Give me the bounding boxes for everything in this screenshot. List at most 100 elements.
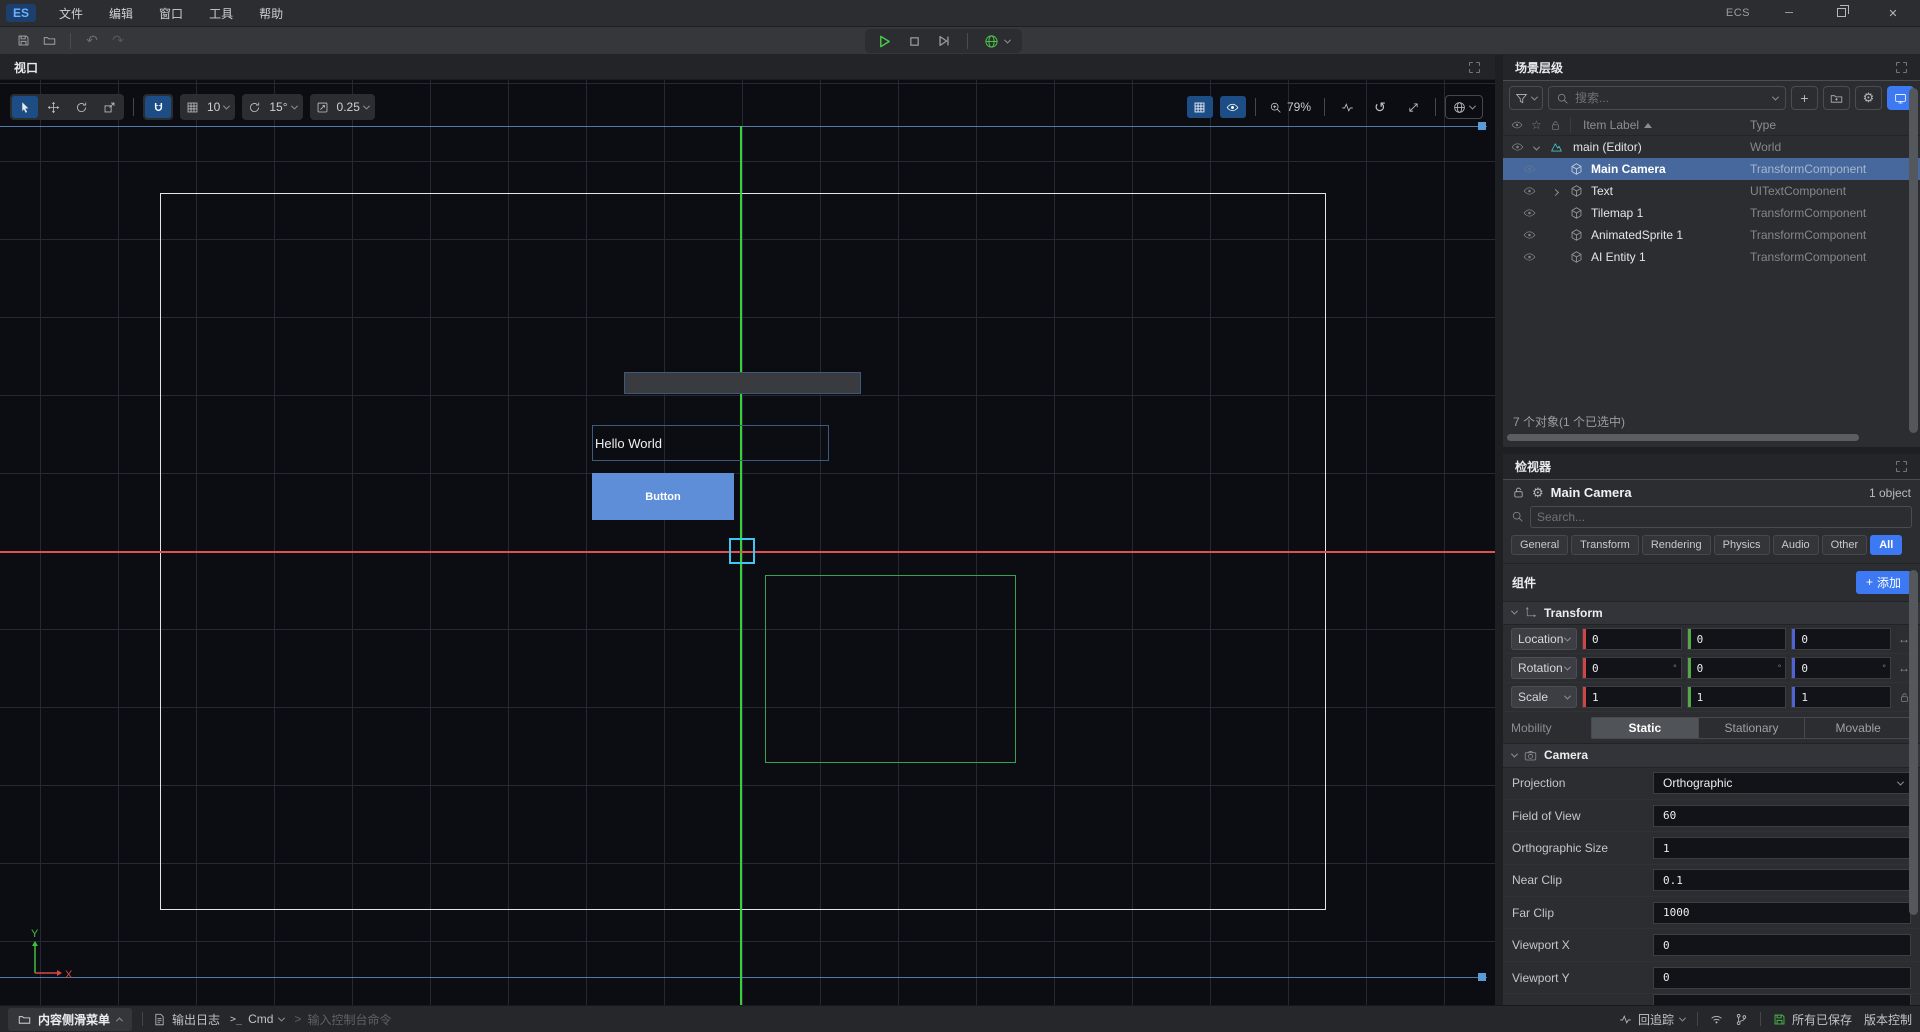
mobility-stationary[interactable]: Stationary (1699, 718, 1806, 738)
app-logo[interactable]: ES (6, 4, 36, 22)
scale-x-input[interactable]: 1 (1582, 686, 1682, 708)
scale-selector[interactable]: Scale (1511, 686, 1577, 708)
vertical-scrollbar[interactable] (1909, 88, 1918, 433)
column-item-label[interactable]: Item Label (1583, 118, 1652, 132)
rotate-tool-button[interactable] (68, 96, 94, 118)
scene-canvas[interactable]: 10 15° 0.25 (0, 80, 1495, 1005)
add-entity-button[interactable]: + (1791, 86, 1818, 110)
zoom-indicator[interactable]: 79% (1265, 100, 1315, 114)
expand-chevron[interactable] (1553, 184, 1558, 198)
hierarchy-row-animatedsprite[interactable]: AnimatedSprite 1 TransformComponent (1503, 224, 1920, 246)
content-drawer-button[interactable]: 内容侧滑菜单 (8, 1008, 132, 1031)
network-status-button[interactable] (1710, 1013, 1723, 1026)
hierarchy-search[interactable] (1548, 86, 1786, 110)
hierarchy-search-input[interactable] (1575, 91, 1767, 105)
output-log-button[interactable]: 输出日志 (153, 1011, 220, 1028)
tab-audio[interactable]: Audio (1773, 535, 1819, 555)
scale-y-input[interactable]: 1 (1687, 686, 1787, 708)
version-control-button[interactable]: 版本控制 (1864, 1011, 1912, 1028)
tab-general[interactable]: General (1511, 535, 1568, 555)
scrollbar-thumb[interactable] (1507, 434, 1859, 441)
projection-dropdown[interactable]: Orthographic (1653, 772, 1911, 794)
location-z-input[interactable]: 0 (1791, 628, 1891, 650)
rotation-y-input[interactable]: 0° (1687, 657, 1787, 679)
orthographic-size-input[interactable]: 1 (1653, 837, 1911, 859)
reset-view-button[interactable]: ↺ (1367, 96, 1393, 118)
visibility-eye-icon[interactable] (1523, 251, 1536, 264)
vertical-scrollbar[interactable] (1909, 570, 1918, 915)
maximize-button[interactable] (1828, 7, 1854, 19)
visibility-eye-icon[interactable] (1523, 229, 1536, 242)
expand-panel-button[interactable] (1468, 61, 1481, 74)
run-target-dropdown[interactable] (984, 34, 1010, 49)
viewport-x-input[interactable]: 0 (1653, 934, 1911, 956)
camera-view-dropdown[interactable] (1445, 95, 1483, 119)
add-folder-button[interactable] (1823, 86, 1850, 110)
column-type[interactable]: Type (1750, 118, 1776, 132)
add-component-button[interactable]: + 添加 (1856, 571, 1911, 594)
transform-section-header[interactable]: Transform (1503, 601, 1920, 626)
hierarchy-row-main-camera[interactable]: Main Camera TransformComponent (1503, 158, 1920, 180)
grid-snap-dropdown[interactable]: 10 (180, 94, 235, 120)
hierarchy-row-tilemap[interactable]: Tilemap 1 TransformComponent (1503, 202, 1920, 224)
hierarchy-row-ai-entity[interactable]: AI Entity 1 TransformComponent (1503, 246, 1920, 268)
visibility-eye-icon[interactable] (1523, 185, 1536, 198)
gear-icon[interactable]: ⚙ (1532, 485, 1544, 501)
menu-tools[interactable]: 工具 (196, 2, 246, 25)
minimize-button[interactable]: ─ (1776, 7, 1802, 19)
selection-gizmo-box[interactable] (729, 538, 755, 564)
tab-transform[interactable]: Transform (1571, 535, 1639, 555)
mobility-movable[interactable]: Movable (1805, 718, 1911, 738)
grid-toggle-button[interactable] (1187, 96, 1213, 118)
menu-window[interactable]: 窗口 (146, 2, 196, 25)
far-clip-input[interactable]: 1000 (1653, 902, 1911, 924)
field-of-view-input[interactable]: 60 (1653, 805, 1911, 827)
viewport-y-input[interactable]: 0 (1653, 967, 1911, 989)
save-button[interactable] (10, 30, 36, 52)
ui-button-object[interactable]: Button (592, 473, 734, 520)
camera-section-header[interactable]: Camera (1503, 743, 1920, 768)
horizontal-scrollbar[interactable] (1507, 434, 1916, 442)
location-x-input[interactable]: 0 (1582, 628, 1682, 650)
rotation-x-input[interactable]: 0° (1582, 657, 1682, 679)
menu-edit[interactable]: 编辑 (96, 2, 146, 25)
inspector-search-input[interactable] (1537, 510, 1905, 524)
hierarchy-row-text[interactable]: Text UITextComponent (1503, 180, 1920, 202)
cmd-dropdown[interactable]: >_ Cmd (230, 1012, 284, 1026)
select-tool-button[interactable] (12, 96, 38, 118)
hierarchy-settings-button[interactable]: ⚙ (1855, 86, 1882, 110)
filter-button[interactable] (1509, 86, 1543, 110)
location-selector[interactable]: Location (1511, 628, 1577, 650)
menu-file[interactable]: 文件 (46, 2, 96, 25)
near-clip-input[interactable]: 0.1 (1653, 869, 1911, 891)
play-button[interactable] (877, 34, 892, 49)
redo-button[interactable]: ↷ (105, 30, 131, 52)
scale-tool-button[interactable] (96, 96, 122, 118)
location-y-input[interactable]: 0 (1687, 628, 1787, 650)
open-folder-button[interactable] (36, 30, 62, 52)
stop-button[interactable] (908, 35, 921, 48)
rotation-z-input[interactable]: 0° (1791, 657, 1891, 679)
expand-panel-button[interactable] (1895, 460, 1908, 473)
hierarchy-row-main[interactable]: main (Editor) World (1503, 136, 1920, 158)
save-status-button[interactable]: 所有已保存 (1773, 1011, 1852, 1028)
tab-other[interactable]: Other (1822, 535, 1868, 555)
console-command-input[interactable]: > 输入控制台命令 (294, 1011, 391, 1028)
source-control-button[interactable] (1735, 1013, 1748, 1026)
tab-all[interactable]: All (1870, 535, 1902, 555)
rotation-selector[interactable]: Rotation (1511, 657, 1577, 679)
collapse-chevron[interactable] (1534, 140, 1539, 154)
move-tool-button[interactable] (40, 96, 66, 118)
bounds-handle[interactable] (1478, 973, 1486, 981)
visibility-eye-icon[interactable] (1511, 141, 1524, 154)
ui-slider-object[interactable] (624, 372, 861, 394)
lock-icon[interactable] (1512, 486, 1525, 499)
expand-panel-button[interactable] (1895, 61, 1908, 74)
visibility-eye-icon[interactable] (1523, 163, 1536, 176)
tab-rendering[interactable]: Rendering (1642, 535, 1711, 555)
stats-button[interactable] (1334, 96, 1360, 118)
close-button[interactable]: ✕ (1880, 7, 1906, 20)
snap-toggle-button[interactable] (145, 96, 171, 118)
trace-dropdown[interactable]: 回追踪 (1619, 1011, 1685, 1028)
rotation-snap-dropdown[interactable]: 15° (242, 94, 302, 120)
